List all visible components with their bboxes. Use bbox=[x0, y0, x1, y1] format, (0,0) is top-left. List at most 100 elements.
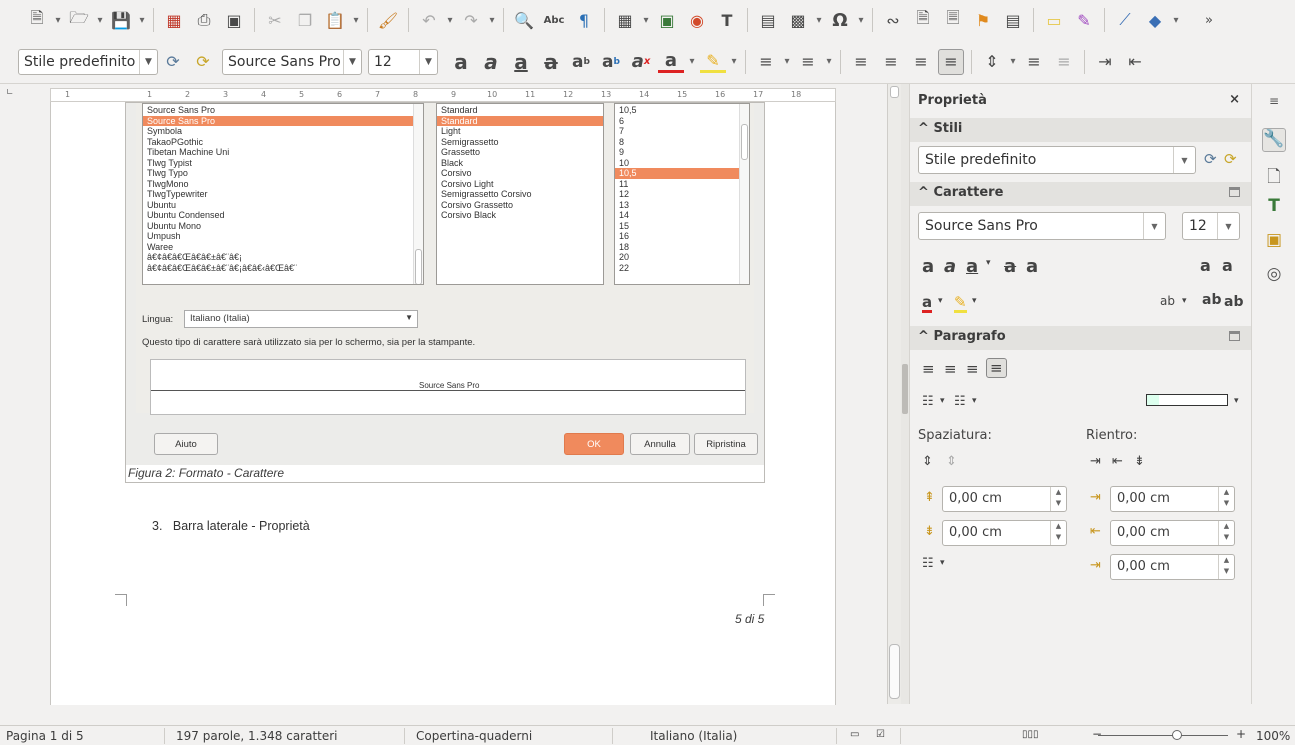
sidebar-style-combo[interactable]: Stile predefinito ▼ bbox=[918, 146, 1196, 174]
font-size-combo[interactable]: 12 ▼ bbox=[368, 48, 438, 75]
decrease-indent-icon[interactable]: ⇤ bbox=[1112, 454, 1123, 469]
hanging-indent-icon[interactable]: ⇟ bbox=[1134, 454, 1145, 469]
find-replace-icon[interactable]: 🔍 bbox=[511, 7, 537, 33]
strikethrough-icon[interactable]: a bbox=[538, 49, 564, 75]
chevron-down-icon[interactable]: ▼ bbox=[343, 49, 361, 74]
status-page-style[interactable]: Copertina-quaderni bbox=[416, 729, 532, 743]
underline-icon[interactable]: a bbox=[966, 256, 978, 277]
field-dropdown-icon[interactable]: ▾ bbox=[813, 7, 825, 33]
redo-icon[interactable]: ↷ bbox=[458, 7, 484, 33]
chevron-down-icon[interactable]: ▼ bbox=[1173, 147, 1195, 173]
shapes-dropdown-icon[interactable]: ▾ bbox=[1170, 7, 1182, 33]
first-line-indent-field[interactable]: 0,00 cm ▲ ▼ bbox=[1110, 554, 1235, 580]
font-color-icon[interactable]: a bbox=[658, 50, 684, 73]
subscript-icon[interactable]: ab bbox=[1224, 294, 1243, 310]
bullet-list-icon[interactable]: ≡ bbox=[753, 49, 779, 75]
spin-button[interactable]: ▲ ▼ bbox=[1218, 487, 1234, 511]
more-icon[interactable]: » bbox=[1196, 7, 1222, 33]
section-heading[interactable]: 3. Barra laterale - Proprietà bbox=[152, 519, 310, 533]
formatting-marks-icon[interactable]: ¶ bbox=[571, 7, 597, 33]
tab-properties-icon[interactable]: 🔧 bbox=[1262, 128, 1286, 152]
status-language[interactable]: Italiano (Italia) bbox=[650, 729, 737, 743]
section-header-stili[interactable]: ^ Stili bbox=[910, 118, 1252, 142]
justify-icon[interactable]: ≡ bbox=[986, 358, 1007, 378]
underline-icon[interactable]: a bbox=[508, 49, 534, 75]
shadow-icon[interactable]: a bbox=[1026, 256, 1038, 277]
bold-icon[interactable]: a bbox=[922, 256, 934, 277]
highlight-color-icon[interactable]: ✎ bbox=[954, 294, 967, 313]
new-style-icon[interactable]: ⟳ bbox=[1224, 150, 1237, 168]
figure-caption[interactable]: Figura 2: Formato - Carattere bbox=[125, 465, 765, 483]
paragraph-background-color-icon[interactable] bbox=[1146, 394, 1228, 406]
redo-dropdown-icon[interactable]: ▾ bbox=[486, 7, 498, 33]
strikethrough-icon[interactable]: a bbox=[1004, 256, 1016, 277]
numbered-list-icon[interactable]: ≡ bbox=[795, 49, 821, 75]
line-spacing-icon[interactable]: ⇕ bbox=[979, 49, 1005, 75]
spelling-icon[interactable]: Abc bbox=[541, 7, 567, 33]
undo-icon[interactable]: ↶ bbox=[416, 7, 442, 33]
increase-indent-icon[interactable]: ⇥ bbox=[1090, 454, 1101, 469]
font-name-combo[interactable]: Source Sans Pro ▼ bbox=[222, 48, 362, 75]
table-dropdown-icon[interactable]: ▾ bbox=[640, 7, 652, 33]
clear-formatting-icon[interactable]: ax bbox=[628, 49, 654, 75]
sidebar-menu-icon[interactable]: ≡ bbox=[1262, 94, 1286, 118]
save-dropdown-icon[interactable]: ▾ bbox=[136, 7, 148, 33]
tab-navigator-icon[interactable]: ◎ bbox=[1262, 264, 1286, 288]
decrease-indent-icon[interactable]: ⇤ bbox=[1122, 49, 1148, 75]
chevron-down-icon[interactable]: ▼ bbox=[139, 49, 157, 74]
align-right-icon[interactable]: ≡ bbox=[908, 49, 934, 75]
line-spacing-dropdown-icon[interactable]: ▾ bbox=[940, 558, 945, 568]
update-style-icon[interactable]: ⟳ bbox=[1204, 150, 1217, 168]
section-header-carattere[interactable]: ^ Carattere bbox=[910, 182, 1252, 206]
export-pdf-icon[interactable]: ▦ bbox=[161, 7, 187, 33]
bullet-list-icon[interactable]: ☷ bbox=[922, 394, 934, 409]
font-color-dropdown-icon[interactable]: ▾ bbox=[686, 49, 698, 75]
superscript-icon[interactable]: ab bbox=[568, 49, 594, 75]
new-dropdown-icon[interactable]: ▾ bbox=[52, 7, 64, 33]
field-icon[interactable]: ▩ bbox=[785, 7, 811, 33]
print-icon[interactable]: ⎙ bbox=[191, 7, 217, 33]
align-center-icon[interactable]: ≡ bbox=[878, 49, 904, 75]
status-word-count[interactable]: 197 parole, 1.348 caratteri bbox=[176, 729, 338, 743]
justify-icon[interactable]: ≡ bbox=[938, 48, 964, 75]
tab-stop-selector[interactable]: ∟ bbox=[6, 88, 14, 98]
special-character-dropdown-icon[interactable]: ▾ bbox=[855, 7, 867, 33]
print-preview-icon[interactable]: ▣ bbox=[221, 7, 247, 33]
image-icon[interactable]: ▣ bbox=[654, 7, 680, 33]
horizontal-ruler[interactable]: 1 1 2 3 4 5 6 7 8 9 10 11 12 13 14 15 16… bbox=[50, 88, 836, 102]
tab-gallery-icon[interactable]: ▣ bbox=[1262, 230, 1286, 254]
more-options-icon[interactable] bbox=[1229, 187, 1240, 197]
open-icon[interactable]: 🗁 bbox=[66, 7, 92, 33]
above-paragraph-spacing-field[interactable]: 0,00 cm ▲ ▼ bbox=[942, 486, 1067, 512]
subscript-icon[interactable]: ab bbox=[598, 49, 624, 75]
cross-reference-icon[interactable]: ▤ bbox=[1000, 7, 1026, 33]
selection-mode-icon[interactable]: ▭ bbox=[850, 729, 859, 740]
more-options-icon[interactable] bbox=[1229, 331, 1240, 341]
clone-formatting-icon[interactable]: 🖌 bbox=[375, 7, 401, 33]
section-header-paragrafo[interactable]: ^ Paragrafo bbox=[910, 326, 1252, 350]
align-left-icon[interactable]: ≡ bbox=[922, 360, 935, 378]
zoom-slider[interactable] bbox=[1098, 735, 1228, 736]
italic-icon[interactable]: a bbox=[478, 49, 504, 75]
splitter-grip[interactable] bbox=[902, 364, 908, 414]
bookmark-icon[interactable]: ⚑ bbox=[970, 7, 996, 33]
copy-icon[interactable]: ❐ bbox=[292, 7, 318, 33]
new-document-icon[interactable]: 🗎 bbox=[24, 7, 50, 33]
text-box-icon[interactable]: T bbox=[714, 7, 740, 33]
zoom-in-icon[interactable]: + bbox=[1236, 727, 1246, 741]
document-page[interactable]: Source Sans Pro Source Sans Pro Symbola … bbox=[50, 102, 836, 705]
table-icon[interactable]: ▦ bbox=[612, 7, 638, 33]
document-area[interactable]: Source Sans Pro Source Sans Pro Symbola … bbox=[0, 102, 885, 705]
zoom-out-icon[interactable]: − bbox=[1092, 727, 1102, 741]
scroll-thumb[interactable] bbox=[889, 644, 900, 699]
shrink-font-icon[interactable]: a bbox=[1222, 256, 1233, 275]
close-icon[interactable]: × bbox=[1229, 92, 1240, 107]
page-break-icon[interactable]: ▤ bbox=[755, 7, 781, 33]
superscript-icon[interactable]: ab bbox=[1202, 292, 1221, 308]
background-dropdown-icon[interactable]: ▾ bbox=[1234, 396, 1239, 406]
spin-button[interactable]: ▲ ▼ bbox=[1050, 521, 1066, 545]
new-style-icon[interactable]: ⟳ bbox=[190, 49, 216, 75]
spin-button[interactable]: ▲ ▼ bbox=[1218, 521, 1234, 545]
paste-dropdown-icon[interactable]: ▾ bbox=[350, 7, 362, 33]
page-number[interactable]: 5 di 5 bbox=[735, 612, 764, 626]
